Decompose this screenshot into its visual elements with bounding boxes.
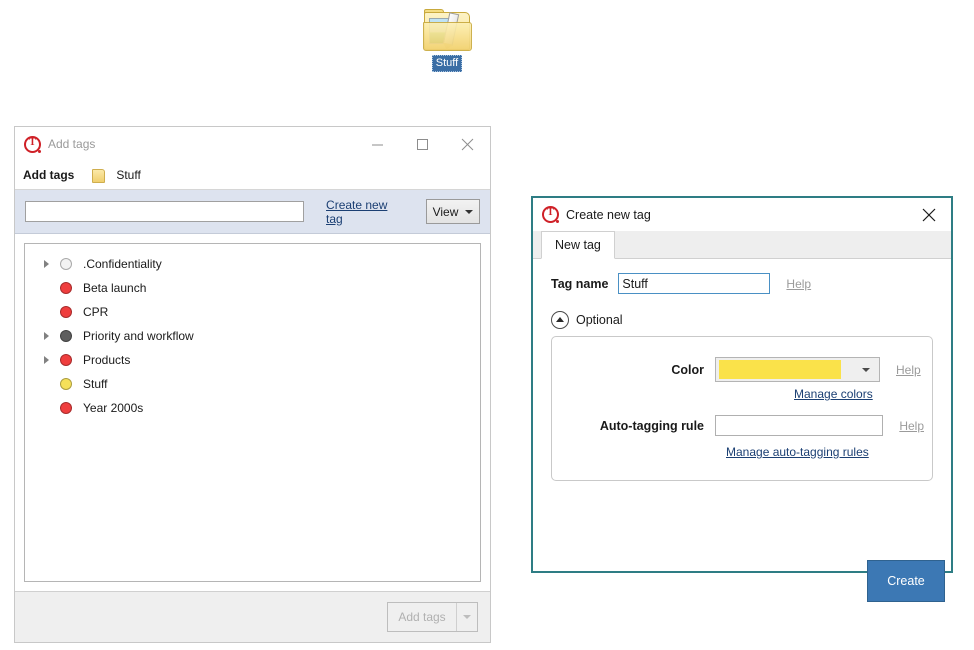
tag-color-bullet (60, 282, 72, 294)
dialog-tab-strip: New tag (533, 231, 951, 259)
tag-label: Priority and workflow (83, 329, 194, 343)
color-row: Color Help (552, 357, 924, 382)
tag-name-row: Tag name Help (551, 273, 933, 294)
add-tags-footer: Add tags (15, 591, 490, 642)
color-help-link[interactable]: Help (896, 363, 921, 377)
tag-label: .Confidentiality (83, 257, 162, 271)
tag-label: Beta launch (83, 281, 147, 295)
chevron-down-icon (862, 367, 870, 372)
desktop-icon-stuff[interactable]: Stuff (414, 8, 480, 72)
tagspaces-logo-icon (24, 135, 41, 153)
tag-list-item[interactable]: CPR (25, 300, 480, 324)
tagspaces-logo-icon (542, 206, 559, 223)
optional-group: Color Help Manage colors Auto-tagging ru… (551, 336, 933, 481)
dialog-body: Tag name Help Optional Color Help Manage… (533, 259, 951, 602)
auto-tagging-rule-label: Auto-tagging rule (599, 418, 704, 433)
add-tags-window: Add tags Add tags Stuff Create new tag V… (14, 126, 491, 643)
add-tags-button[interactable]: Add tags (388, 603, 457, 631)
maximize-icon[interactable] (400, 127, 445, 161)
auto-tagging-rule-row: Auto-tagging rule Help (552, 415, 924, 436)
tag-color-bullet (60, 306, 72, 318)
tag-list-item[interactable]: Year 2000s (25, 396, 480, 420)
color-swatch (719, 360, 841, 379)
tag-label: CPR (83, 305, 109, 319)
optional-toggle[interactable]: Optional (551, 311, 933, 329)
add-tags-dropdown-button[interactable] (457, 603, 477, 631)
tag-color-bullet (60, 378, 72, 390)
breadcrumb: Add tags Stuff (15, 161, 490, 190)
dialog-title: Create new tag (566, 207, 651, 222)
expand-triangle-icon[interactable] (39, 332, 53, 340)
tag-search-input[interactable] (25, 201, 305, 222)
close-icon[interactable] (445, 127, 490, 161)
tag-list-area: .Confidentiality Beta launch CPR Priority a… (15, 234, 490, 591)
tag-label: Stuff (83, 377, 108, 391)
minimize-icon[interactable] (355, 127, 400, 161)
auto-tagging-rule-help-link[interactable]: Help (899, 419, 924, 433)
create-new-tag-dialog: Create new tag New tag Tag name Help Opt… (531, 196, 953, 602)
create-button[interactable]: Create (867, 560, 945, 602)
tag-toolbar: Create new tag View (15, 190, 490, 234)
tag-label: Products (83, 353, 131, 367)
optional-label: Optional (576, 313, 623, 327)
dialog-titlebar: Create new tag (533, 198, 951, 231)
tab-new-tag[interactable]: New tag (541, 231, 615, 259)
window-controls (355, 127, 490, 161)
breadcrumb-item[interactable]: Stuff (116, 168, 140, 182)
tag-name-help-link[interactable]: Help (786, 277, 811, 291)
tag-list-item[interactable]: Beta launch (25, 276, 480, 300)
tag-list[interactable]: .Confidentiality Beta launch CPR Priority a… (24, 243, 481, 582)
expand-triangle-icon[interactable] (39, 260, 53, 268)
manage-colors-link[interactable]: Manage colors (794, 387, 873, 401)
expand-triangle-icon[interactable] (39, 356, 53, 364)
add-tags-split-button[interactable]: Add tags (387, 602, 478, 632)
view-button[interactable]: View (425, 199, 480, 224)
add-tags-titlebar: Add tags (15, 127, 490, 161)
caret-down-icon (463, 615, 471, 619)
folder-icon (92, 168, 106, 183)
tag-color-bullet (60, 354, 72, 366)
color-select[interactable] (715, 357, 880, 382)
chevron-up-circle-icon[interactable] (551, 311, 569, 329)
window-title: Add tags (48, 137, 96, 151)
tag-name-label: Tag name (551, 276, 609, 291)
tag-list-item[interactable]: Stuff (25, 372, 480, 396)
tag-label: Year 2000s (83, 401, 144, 415)
breadcrumb-label: Add tags (23, 168, 75, 182)
close-icon[interactable] (907, 198, 951, 231)
tag-name-input[interactable] (618, 273, 771, 294)
auto-tagging-rule-input[interactable] (715, 415, 884, 436)
tag-color-bullet (60, 258, 72, 270)
chevron-down-icon (465, 209, 474, 214)
view-button-label: View (432, 204, 459, 219)
tag-list-item[interactable]: Priority and workflow (25, 324, 480, 348)
tag-color-bullet (60, 402, 72, 414)
desktop-icon-label: Stuff (431, 55, 463, 72)
tag-color-bullet (60, 330, 72, 342)
color-label: Color (671, 362, 704, 377)
tag-list-item[interactable]: Products (25, 348, 480, 372)
create-new-tag-link[interactable]: Create new tag (326, 198, 406, 226)
folder-with-image-icon (422, 8, 472, 52)
tag-list-item[interactable]: .Confidentiality (25, 252, 480, 276)
manage-auto-tagging-rules-link[interactable]: Manage auto-tagging rules (726, 445, 869, 459)
